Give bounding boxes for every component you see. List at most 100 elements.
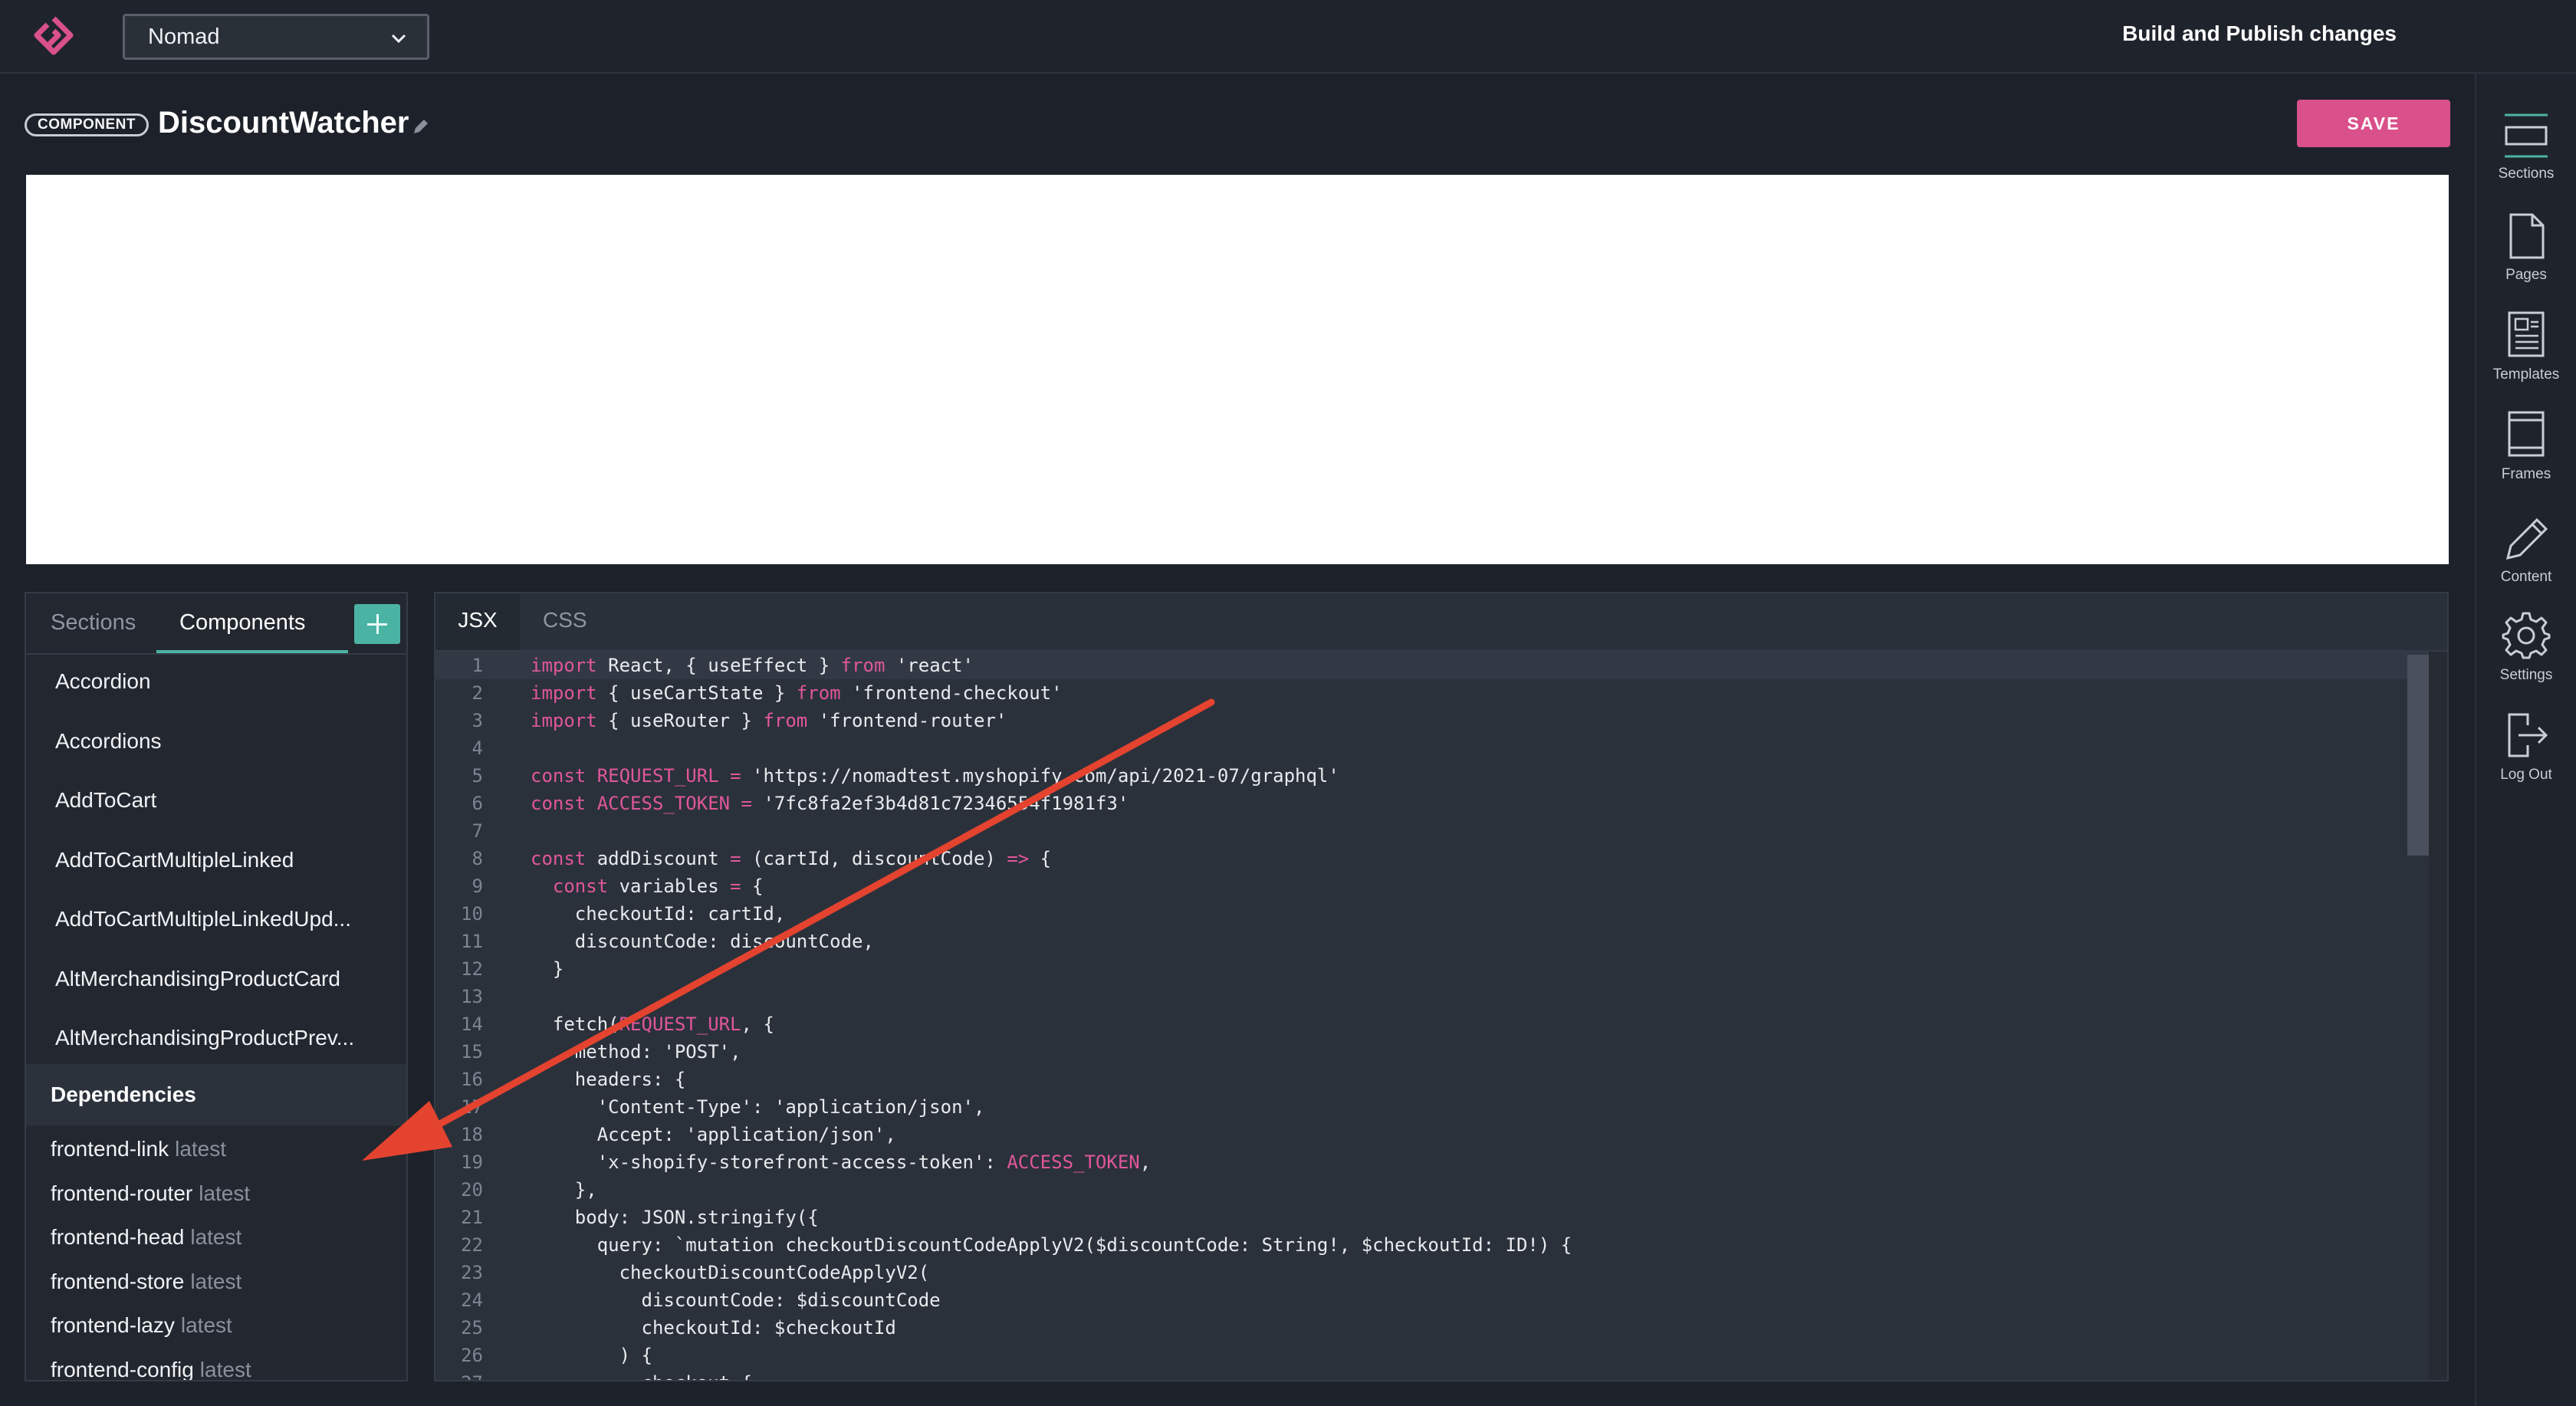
left-panel: Sections Components Accordion Accordions… xyxy=(25,592,408,1381)
line-number: 6 xyxy=(472,793,483,814)
project-select-value: Nomad xyxy=(148,24,220,49)
add-component-button[interactable] xyxy=(354,604,400,644)
editor-scrollbar-thumb[interactable] xyxy=(2407,655,2429,856)
code-line[interactable]: 4 xyxy=(435,734,2447,762)
code-line[interactable]: 21 body: JSON.stringify({ xyxy=(435,1204,2447,1231)
code-area[interactable]: 1 import React, { useEffect } from 'react… xyxy=(435,652,2447,1380)
list-item[interactable]: AddToCart xyxy=(26,774,406,833)
sidebar-item-logout[interactable]: Log Out xyxy=(2476,710,2576,783)
sidebar-item-pages[interactable]: Pages xyxy=(2476,212,2576,284)
line-number: 10 xyxy=(461,903,483,925)
list-item[interactable]: AddToCartMultipleLinkedUpd... xyxy=(26,892,406,952)
frames-icon xyxy=(2508,411,2545,457)
list-item[interactable]: AddToCartMultipleLinked xyxy=(26,833,406,893)
code-line[interactable]: 8 const addDiscount = (cartId, discountCo… xyxy=(435,845,2447,872)
sidebar-item-label: Settings xyxy=(2499,667,2553,683)
project-select[interactable]: Nomad xyxy=(123,14,429,60)
editor-scrollbar[interactable] xyxy=(2429,652,2447,1380)
code-line[interactable]: 14 fetch(REQUEST_URL, { xyxy=(435,1010,2447,1038)
code-line[interactable]: 15 method: 'POST', xyxy=(435,1038,2447,1066)
list-item[interactable]: AltMerchandisingProductCard xyxy=(26,952,406,1012)
dependency-item[interactable]: frontend-link latest xyxy=(26,1130,406,1174)
code-line[interactable]: 27 checkout { xyxy=(435,1369,2447,1380)
code-line[interactable]: 25 checkoutId: $checkoutId xyxy=(435,1314,2447,1342)
sidebar-item-settings[interactable]: Settings xyxy=(2476,610,2576,684)
line-number: 4 xyxy=(472,737,483,759)
code-line[interactable]: 13 xyxy=(435,983,2447,1010)
dependency-version: latest xyxy=(190,1269,242,1293)
tab-sections[interactable]: Sections xyxy=(51,610,136,636)
dependencies-header[interactable]: Dependencies xyxy=(26,1064,406,1125)
code-text: Accept: 'application/json', xyxy=(531,1124,896,1145)
sections-icon xyxy=(2505,113,2548,158)
tab-css[interactable]: CSS xyxy=(543,593,587,650)
pencil-icon xyxy=(2505,517,2548,560)
component-list[interactable]: Accordion Accordions AddToCart AddToCart… xyxy=(26,655,406,1066)
edit-title-icon[interactable] xyxy=(411,117,431,136)
line-number: 16 xyxy=(461,1069,483,1090)
app-logo-icon[interactable] xyxy=(31,15,77,58)
chevron-down-icon xyxy=(391,34,406,44)
logout-icon xyxy=(2508,713,2548,757)
line-number: 9 xyxy=(472,875,483,897)
sidebar-item-label: Frames xyxy=(2501,466,2551,482)
dependency-version: latest xyxy=(190,1225,242,1249)
code-line[interactable]: 12 } xyxy=(435,955,2447,983)
line-number: 22 xyxy=(461,1234,483,1256)
line-number: 26 xyxy=(461,1345,483,1366)
code-line[interactable]: 26 ) { xyxy=(435,1342,2447,1369)
list-item[interactable]: Accordions xyxy=(26,714,406,774)
code-text: discountCode: $discountCode xyxy=(531,1289,941,1311)
code-line[interactable]: 5 const REQUEST_URL = 'https://nomadtest.… xyxy=(435,762,2447,790)
code-text: checkoutDiscountCodeApplyV2( xyxy=(531,1262,930,1283)
line-number: 20 xyxy=(461,1179,483,1201)
list-item[interactable]: Accordion xyxy=(26,655,406,714)
code-text: const ACCESS_TOKEN = '7fc8fa2ef3b4d81c72… xyxy=(531,793,1129,814)
code-line[interactable]: 7 xyxy=(435,817,2447,845)
code-line[interactable]: 16 headers: { xyxy=(435,1066,2447,1093)
code-line[interactable]: 10 checkoutId: cartId, xyxy=(435,900,2447,928)
dependency-item[interactable]: frontend-router latest xyxy=(26,1174,406,1219)
code-line[interactable]: 22 query: `mutation checkoutDiscountCode… xyxy=(435,1231,2447,1259)
left-panel-tabs: Sections Components xyxy=(26,593,406,655)
dependency-name: frontend-head xyxy=(51,1225,185,1249)
code-line[interactable]: 9 const variables = { xyxy=(435,872,2447,900)
sidebar-item-sections[interactable]: Sections xyxy=(2476,112,2576,182)
code-text: const variables = { xyxy=(552,875,764,897)
code-text: body: JSON.stringify({ xyxy=(531,1207,819,1228)
code-line[interactable]: 11 discountCode: discountCode, xyxy=(435,928,2447,955)
code-line[interactable]: 1 import React, { useEffect } from 'react… xyxy=(435,652,2447,679)
editor-tabs: JSX CSS xyxy=(435,593,2447,652)
line-number: 24 xyxy=(461,1289,483,1311)
build-publish-button[interactable]: Build and Publish changes xyxy=(2122,21,2397,46)
dependency-item[interactable]: frontend-lazy latest xyxy=(26,1306,406,1351)
code-line[interactable]: 24 discountCode: $discountCode xyxy=(435,1286,2447,1314)
sidebar-item-templates[interactable]: Templates xyxy=(2476,310,2576,383)
code-line[interactable]: 3 import { useRouter } from 'frontend-rou… xyxy=(435,707,2447,734)
code-line[interactable]: 18 Accept: 'application/json', xyxy=(435,1121,2447,1148)
gear-icon xyxy=(2502,612,2551,659)
code-line[interactable]: 19 'x-shopify-storefront-access-token': … xyxy=(435,1148,2447,1176)
line-number: 8 xyxy=(472,848,483,869)
top-bar: Nomad Build and Publish changes xyxy=(0,0,2576,74)
save-button[interactable]: SAVE xyxy=(2297,100,2450,147)
sidebar-item-frames[interactable]: Frames xyxy=(2476,409,2576,483)
code-line[interactable]: 23 checkoutDiscountCodeApplyV2( xyxy=(435,1259,2447,1286)
tab-components[interactable]: Components xyxy=(179,610,305,636)
dependency-list[interactable]: frontend-link latest frontend-router lates… xyxy=(26,1130,406,1381)
sidebar-item-content[interactable]: Content xyxy=(2476,512,2576,586)
dependency-item[interactable]: frontend-config latest xyxy=(26,1351,406,1381)
code-line[interactable]: 20 }, xyxy=(435,1176,2447,1204)
code-line[interactable]: 17 'Content-Type': 'application/json', xyxy=(435,1093,2447,1121)
code-line[interactable]: 6 const ACCESS_TOKEN = '7fc8fa2ef3b4d81c7… xyxy=(435,790,2447,817)
list-item[interactable]: AltMerchandisingProductPrev... xyxy=(26,1011,406,1066)
code-text: discountCode: discountCode, xyxy=(531,931,874,952)
tab-jsx[interactable]: JSX xyxy=(435,593,520,650)
code-text: checkout { xyxy=(531,1369,752,1380)
sidebar-item-label: Sections xyxy=(2498,166,2555,182)
dependency-item[interactable]: frontend-head latest xyxy=(26,1218,406,1263)
code-text: checkoutId: cartId, xyxy=(531,903,786,925)
dependency-item[interactable]: frontend-store latest xyxy=(26,1263,406,1307)
code-text: import { useRouter } from 'frontend-rout… xyxy=(531,710,1007,731)
code-line[interactable]: 2 import { useCartState } from 'frontend-… xyxy=(435,679,2447,707)
